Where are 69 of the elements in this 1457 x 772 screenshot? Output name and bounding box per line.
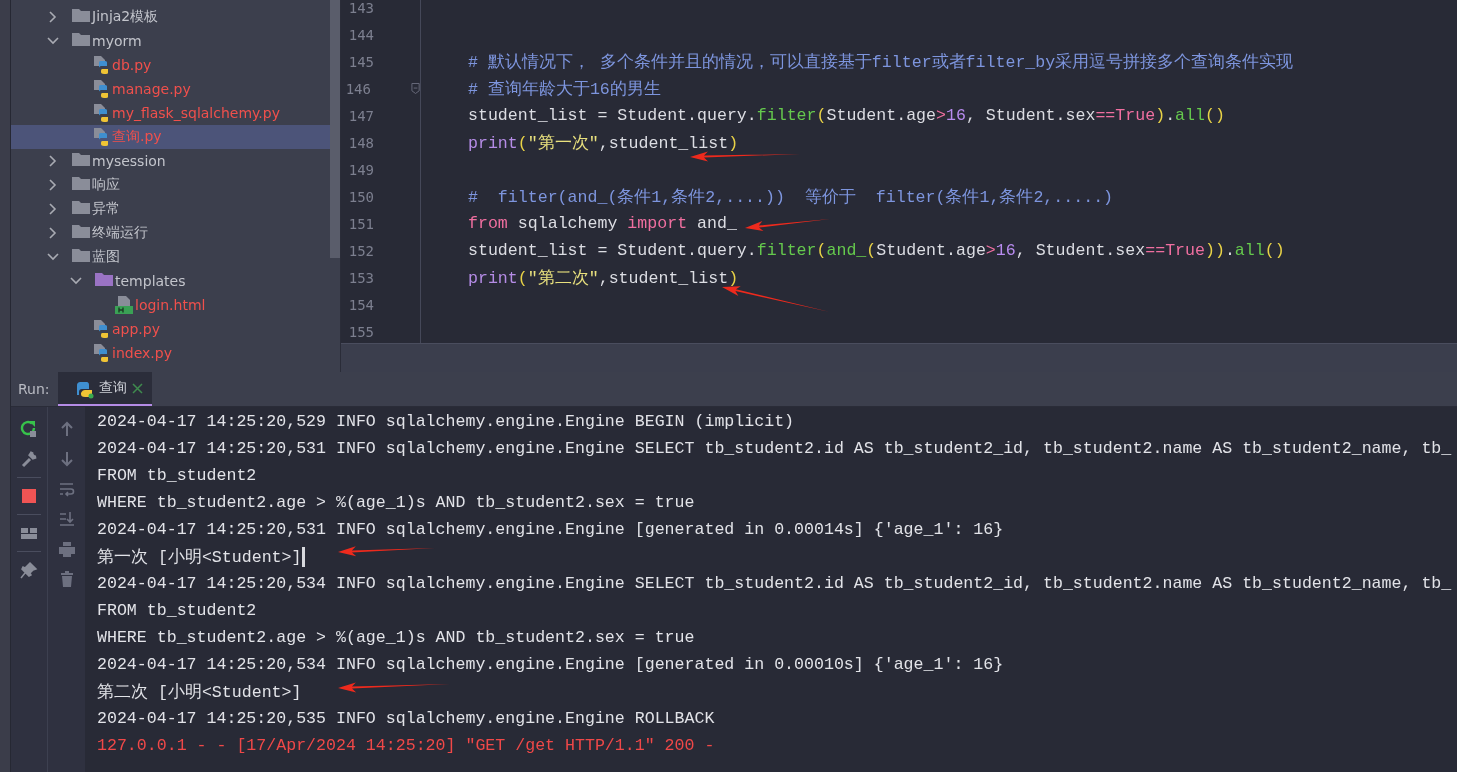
rerun-icon[interactable] bbox=[20, 420, 38, 438]
code-line: print("第一次",student_list) bbox=[468, 133, 739, 153]
code-line: # 默认情况下， 多个条件并且的情况，可以直接基于filter或者filter_by采用逗号拼接多个查询条件实现 bbox=[468, 52, 1294, 72]
html-file-icon bbox=[115, 295, 133, 315]
line-number: 153 bbox=[347, 269, 374, 286]
line-number: 146 bbox=[344, 80, 371, 97]
tree-item[interactable]: 终端运行 bbox=[92, 224, 148, 242]
scrollbar[interactable] bbox=[330, 0, 340, 258]
print-icon[interactable] bbox=[57, 540, 76, 558]
console-line: 第二次 [小明<Student>] bbox=[97, 681, 302, 703]
console-line: 127.0.0.1 - - [17/Apr/2024 14:25:20] "GET /get HTTP/1.1" 200 - bbox=[97, 736, 715, 755]
tree-item[interactable]: 蓝图 bbox=[92, 248, 120, 266]
wrench-icon[interactable] bbox=[20, 450, 38, 468]
console-line: FROM tb_student2 bbox=[97, 466, 257, 485]
close-icon[interactable] bbox=[131, 382, 143, 394]
chevron-down-icon[interactable] bbox=[70, 275, 82, 287]
console-line: FROM tb_student2 bbox=[97, 601, 257, 620]
stop-icon[interactable] bbox=[20, 487, 38, 505]
code-line: from sqlalchemy import and_ bbox=[468, 214, 737, 233]
tree-item[interactable]: myorm bbox=[92, 33, 142, 49]
console-line: WHERE tb_student2.age > %(age_1)s AND tb_student2.sex = true bbox=[97, 493, 695, 512]
console-line: 2024-04-17 14:25:20,534 INFO sqlalchemy.engine.Engine [generated in 0.00010s] {'age_1': 16} bbox=[97, 655, 1004, 674]
python-file-icon bbox=[92, 343, 110, 363]
chevron-right-icon[interactable] bbox=[47, 11, 59, 23]
code-line: student_list = Student.query.filter(and_(Student.age>16, Student.sex==True)).all() bbox=[468, 241, 1285, 260]
line-number: 152 bbox=[347, 242, 374, 259]
console-line: WHERE tb_student2.age > %(age_1)s AND tb_student2.sex = true bbox=[97, 628, 695, 647]
line-number: 149 bbox=[347, 161, 374, 178]
chevron-right-icon[interactable] bbox=[47, 227, 59, 239]
pin-icon[interactable] bbox=[20, 561, 38, 579]
python-file-icon bbox=[92, 127, 110, 147]
chevron-right-icon[interactable] bbox=[47, 203, 59, 215]
tree-item[interactable]: 异常 bbox=[92, 200, 120, 218]
line-number: 150 bbox=[347, 188, 374, 205]
run-tab[interactable]: 查询 bbox=[57, 372, 152, 406]
line-number: 144 bbox=[347, 26, 374, 43]
tree-item[interactable]: mysession bbox=[92, 153, 166, 169]
chevron-right-icon[interactable] bbox=[47, 179, 59, 191]
line-number: 155 bbox=[347, 323, 374, 340]
code-line: student_list = Student.query.filter(Student.age>16, Student.sex==True).all() bbox=[468, 106, 1225, 125]
code-line: # filter(and_(条件1,条件2,....)) 等价于 filter(条件1,条件2,.....) bbox=[468, 187, 1114, 207]
line-number: 147 bbox=[347, 107, 374, 124]
console-line: 2024-04-17 14:25:20,529 INFO sqlalchemy.engine.Engine BEGIN (implicit) bbox=[97, 412, 795, 431]
console-line: 2024-04-17 14:25:20,535 INFO sqlalchemy.engine.Engine ROLLBACK bbox=[97, 709, 715, 728]
line-number: 145 bbox=[347, 53, 374, 70]
python-file-icon bbox=[92, 79, 110, 99]
python-file-icon bbox=[92, 319, 110, 339]
scroll-to-end-icon[interactable] bbox=[57, 510, 76, 528]
code-line: print("第二次",student_list) bbox=[468, 268, 739, 288]
console-line: 2024-04-17 14:25:20,531 INFO sqlalchemy.engine.Engine [generated in 0.00014s] {'age_1': 16} bbox=[97, 520, 1004, 539]
tree-item[interactable]: Jinja2模板 bbox=[92, 8, 159, 26]
python-file-icon bbox=[92, 55, 110, 75]
line-number: 143 bbox=[347, 0, 374, 16]
chevron-right-icon[interactable] bbox=[47, 155, 59, 167]
line-number: 154 bbox=[347, 296, 374, 313]
console-line: 第一次 [小明<Student>] bbox=[97, 546, 302, 568]
tree-item[interactable]: 响应 bbox=[92, 176, 120, 194]
panel-title: Run: bbox=[18, 381, 50, 397]
fold-marker-icon[interactable] bbox=[410, 82, 420, 95]
console-line: 2024-04-17 14:25:20,531 INFO sqlalchemy.engine.Engine SELECT tb_student2.id AS tb_student2_id, tb_student2.name AS tb_student2_name, tb_ bbox=[97, 439, 1452, 458]
code-line: # 查询年龄大于16的男生 bbox=[468, 79, 661, 99]
chevron-down-icon[interactable] bbox=[47, 251, 59, 263]
console-line: 2024-04-17 14:25:20,534 INFO sqlalchemy.engine.Engine SELECT tb_student2.id AS tb_student2_id, tb_student2.name AS tb_student2_name, tb_ bbox=[97, 574, 1452, 593]
python-file-icon bbox=[92, 103, 110, 123]
chevron-down-icon[interactable] bbox=[47, 35, 59, 47]
soft-wrap-icon[interactable] bbox=[57, 480, 76, 498]
line-number: 151 bbox=[347, 215, 374, 232]
line-number: 148 bbox=[347, 134, 374, 151]
tree-item[interactable]: templates bbox=[115, 273, 186, 289]
